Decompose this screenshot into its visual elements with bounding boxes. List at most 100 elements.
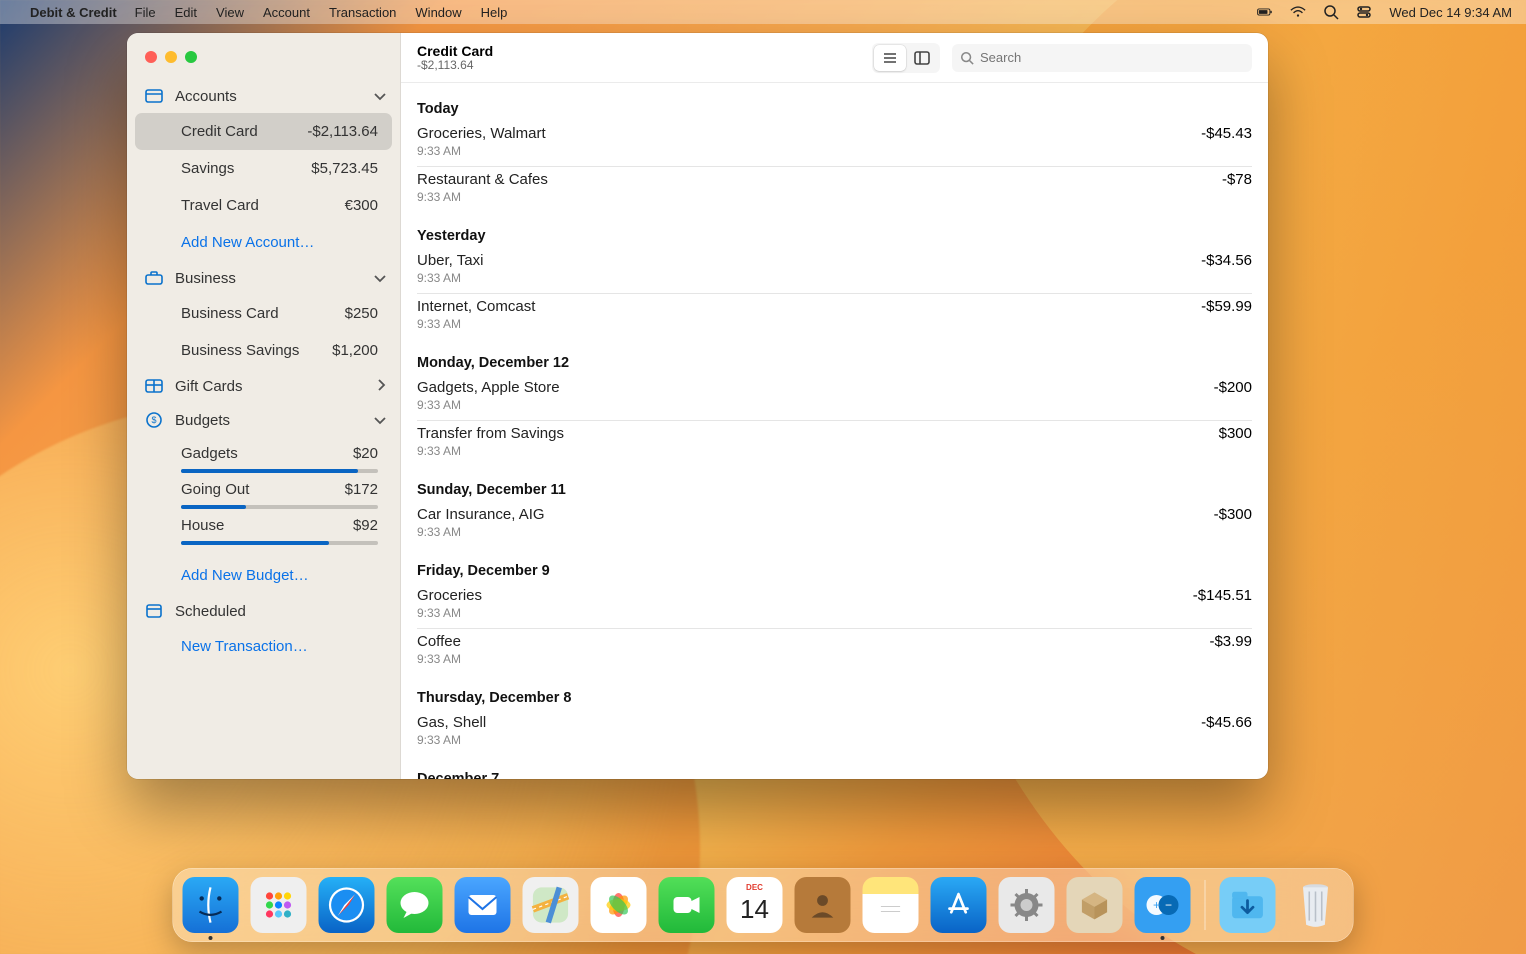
menu-help[interactable]: Help: [481, 5, 508, 20]
budget-amount: $172: [345, 481, 378, 498]
menu-file[interactable]: File: [135, 5, 156, 20]
dock-finder[interactable]: [183, 877, 239, 933]
transaction-row[interactable]: Restaurant & Cafes9:33 AM-$78: [417, 167, 1252, 212]
transaction-time: 9:33 AM: [417, 190, 548, 204]
account-balance: -$2,113.64: [307, 123, 378, 140]
account-balance: €300: [345, 197, 378, 214]
transaction-time: 9:33 AM: [417, 144, 546, 158]
chevron-down-icon: [374, 88, 386, 105]
section-scheduled[interactable]: Scheduled: [127, 594, 400, 628]
main-panel: Credit Card -$2,113.64 TodayGroceries, W…: [401, 33, 1268, 779]
transaction-desc: Gadgets, Apple Store: [417, 379, 560, 396]
dock-trash[interactable]: [1288, 877, 1344, 933]
transaction-row[interactable]: Uber, Taxi9:33 AM-$34.56: [417, 248, 1252, 294]
section-accounts-label: Accounts: [175, 88, 237, 105]
budget-bar: [181, 541, 378, 545]
dock-calendar[interactable]: DEC14: [727, 877, 783, 933]
transaction-time: 9:33 AM: [417, 444, 564, 458]
transaction-amount: -$145.51: [1193, 587, 1252, 604]
account-credit-card[interactable]: Credit Card -$2,113.64: [135, 113, 392, 150]
battery-icon[interactable]: [1257, 4, 1273, 20]
add-budget-link[interactable]: Add New Budget…: [135, 557, 392, 594]
svg-text:$: $: [151, 415, 156, 425]
view-mode-toggle: [872, 43, 940, 73]
dock-mail[interactable]: [455, 877, 511, 933]
minimize-button[interactable]: [165, 51, 177, 63]
transaction-amount: -$78: [1222, 171, 1252, 188]
menu-edit[interactable]: Edit: [175, 5, 197, 20]
list-view-button[interactable]: [874, 45, 906, 71]
menu-view[interactable]: View: [216, 5, 244, 20]
spotlight-icon[interactable]: [1323, 4, 1339, 20]
control-center-icon[interactable]: [1356, 4, 1372, 20]
transaction-desc: Car Insurance, AIG: [417, 506, 545, 523]
dock-debit-credit[interactable]: +−: [1135, 877, 1191, 933]
transaction-time: 9:33 AM: [417, 606, 482, 620]
dock-launchpad[interactable]: [251, 877, 307, 933]
search-field[interactable]: [952, 44, 1252, 72]
budget-bar: [181, 505, 378, 509]
account-business-card[interactable]: Business Card $250: [135, 295, 392, 332]
transaction-row[interactable]: Groceries9:33 AM-$145.51: [417, 583, 1252, 629]
budget-going-out[interactable]: Going Out$172: [135, 473, 392, 509]
wifi-icon[interactable]: [1290, 4, 1306, 20]
transaction-amount: -$34.56: [1201, 252, 1252, 269]
search-input[interactable]: [980, 50, 1244, 65]
menu-account[interactable]: Account: [263, 5, 310, 20]
transaction-list[interactable]: TodayGroceries, Walmart9:33 AM-$45.43Res…: [401, 83, 1268, 779]
dock-messages[interactable]: [387, 877, 443, 933]
transaction-time: 9:33 AM: [417, 525, 545, 539]
maximize-button[interactable]: [185, 51, 197, 63]
transaction-row[interactable]: Gas, Shell9:33 AM-$45.66: [417, 710, 1252, 755]
section-budgets-label: Budgets: [175, 412, 230, 429]
transaction-desc: Groceries, Walmart: [417, 125, 546, 142]
account-travel-card[interactable]: Travel Card €300: [135, 187, 392, 224]
close-button[interactable]: [145, 51, 157, 63]
transaction-row[interactable]: Groceries, Walmart 9:33 AM -$45.43: [417, 121, 1252, 167]
dock-photos[interactable]: [591, 877, 647, 933]
transaction-desc: Coffee: [417, 633, 461, 650]
dock-safari[interactable]: [319, 877, 375, 933]
add-account-link[interactable]: Add New Account…: [135, 224, 392, 261]
transaction-row[interactable]: Transfer from Savings9:33 AM$300: [417, 421, 1252, 466]
dock: DEC14 +−: [173, 868, 1354, 942]
dock-facetime[interactable]: [659, 877, 715, 933]
column-view-button[interactable]: [906, 45, 938, 71]
transaction-amount: -$45.43: [1201, 125, 1252, 142]
section-giftcards[interactable]: Gift Cards: [127, 369, 400, 403]
dock-downloads[interactable]: [1220, 877, 1276, 933]
menu-window[interactable]: Window: [415, 5, 461, 20]
traffic-lights: [127, 45, 400, 79]
account-business-savings[interactable]: Business Savings $1,200: [135, 332, 392, 369]
transaction-row[interactable]: Coffee9:33 AM-$3.99: [417, 629, 1252, 674]
transaction-amount: $300: [1219, 425, 1252, 442]
new-transaction-link[interactable]: New Transaction…: [135, 628, 392, 665]
section-business[interactable]: Business: [127, 261, 400, 295]
transaction-row[interactable]: Car Insurance, AIG 9:33 AM -$300: [417, 502, 1252, 547]
dock-notes[interactable]: [863, 877, 919, 933]
account-savings[interactable]: Savings $5,723.45: [135, 150, 392, 187]
transaction-amount: -$300: [1214, 506, 1252, 523]
budget-house[interactable]: House$92: [135, 509, 392, 545]
budget-name: Gadgets: [181, 445, 238, 462]
dock-maps[interactable]: [523, 877, 579, 933]
day-header: Friday, December 9: [417, 553, 1252, 583]
dock-contacts[interactable]: [795, 877, 851, 933]
chevron-right-icon: [378, 378, 386, 395]
dock-settings[interactable]: [999, 877, 1055, 933]
section-accounts[interactable]: Accounts: [127, 79, 400, 113]
day-header: Thursday, December 8: [417, 680, 1252, 710]
transaction-row[interactable]: Gadgets, Apple Store9:33 AM-$200: [417, 375, 1252, 421]
menubar-datetime[interactable]: Wed Dec 14 9:34 AM: [1389, 5, 1512, 20]
account-name: Credit Card: [181, 123, 258, 140]
app-menu[interactable]: Debit & Credit: [30, 5, 117, 20]
dock-appstore[interactable]: [931, 877, 987, 933]
section-budgets[interactable]: $ Budgets: [127, 403, 400, 437]
transaction-row[interactable]: Internet, Comcast9:33 AM-$59.99: [417, 294, 1252, 339]
menus: File Edit View Account Transaction Windo…: [135, 5, 508, 20]
menu-transaction[interactable]: Transaction: [329, 5, 396, 20]
day-header: Today: [417, 91, 1252, 121]
dock-app-generic[interactable]: [1067, 877, 1123, 933]
budget-gadgets[interactable]: Gadgets$20: [135, 437, 392, 473]
transaction-time: 9:33 AM: [417, 271, 483, 285]
